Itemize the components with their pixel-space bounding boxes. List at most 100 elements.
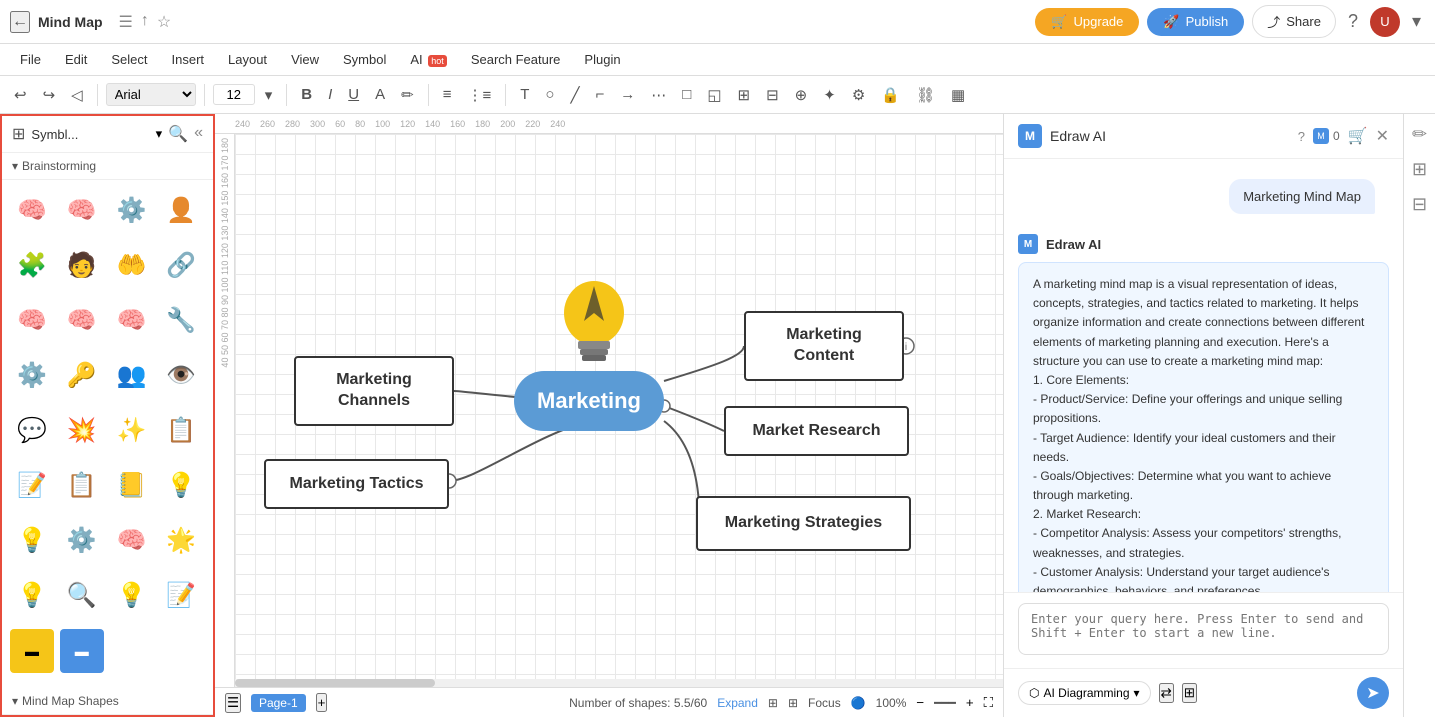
icon-key[interactable]: 🔑 — [60, 353, 104, 397]
lock-button[interactable]: 🔒 — [875, 82, 906, 108]
node-strategies[interactable]: Marketing Strategies — [696, 496, 911, 551]
help-button[interactable]: ? — [1344, 7, 1362, 36]
avatar[interactable]: U — [1370, 7, 1400, 37]
icon-brain-pink2[interactable]: 🧠 — [60, 298, 104, 342]
font-size-dropdown[interactable]: ▾ — [259, 82, 279, 108]
edge-pen-button[interactable]: ✏ — [1412, 124, 1427, 145]
ai-help-icon[interactable]: ? — [1298, 129, 1305, 144]
icon-list[interactable]: 📋 — [159, 408, 203, 452]
focus-label[interactable]: Focus — [808, 696, 841, 710]
star-icon[interactable]: ☆ — [157, 12, 171, 32]
menu-symbol[interactable]: Symbol — [333, 48, 396, 71]
icon-brain-plain[interactable]: 🧠 — [110, 298, 154, 342]
menu-select[interactable]: Select — [101, 48, 157, 71]
node-content[interactable]: MarketingContent — [744, 311, 904, 381]
connector-button[interactable]: ⌐ — [589, 82, 610, 107]
canvas[interactable]: i Marketing — [235, 134, 1003, 687]
icon-note[interactable]: 📝 — [159, 574, 203, 618]
menu-ai[interactable]: AI hot — [400, 48, 456, 71]
layers-icon[interactable]: ⊞ — [768, 696, 778, 710]
page-layout-button[interactable]: ☰ — [225, 693, 241, 713]
publish-button[interactable]: 🚀 Publish — [1147, 8, 1244, 36]
icon-head-teal[interactable]: 🧑 — [60, 243, 104, 287]
scrollbar-horizontal[interactable] — [235, 679, 1003, 687]
crop-icon[interactable]: ⊞ — [788, 696, 798, 710]
chat-option-1[interactable]: ⇄ — [1159, 683, 1174, 703]
panel-collapse-icon[interactable]: « — [194, 124, 203, 144]
icon-shape-rect[interactable]: ▬ — [10, 629, 54, 673]
icon-burst-red[interactable]: 💥 — [60, 408, 104, 452]
chat-option-2[interactable]: ⊞ — [1182, 683, 1197, 703]
mode-select[interactable]: ⬡ AI Diagramming ▾ — [1018, 681, 1151, 705]
brainstorming-section[interactable]: ▾ Brainstorming — [2, 153, 213, 180]
shape4-button[interactable]: ⊟ — [760, 82, 785, 108]
menu-layout[interactable]: Layout — [218, 48, 277, 71]
back-button[interactable]: ← — [10, 11, 30, 33]
style-button[interactable]: ○ — [539, 82, 560, 107]
font-color-button[interactable]: A — [369, 82, 391, 107]
upgrade-button[interactable]: 🛒 Upgrade — [1035, 8, 1139, 36]
arrow-button[interactable]: → — [614, 82, 641, 107]
shape5-button[interactable]: ⊕ — [789, 82, 814, 108]
font-select[interactable]: Arial — [106, 83, 196, 106]
icon-head-network[interactable]: 🔗 — [159, 243, 203, 287]
icon-eye-green[interactable]: 👁️ — [159, 353, 203, 397]
table-button[interactable]: ▦ — [945, 82, 971, 108]
ai-cart-icon[interactable]: 🛒 — [1348, 126, 1368, 146]
zoom-out-button[interactable]: − — [916, 695, 924, 710]
edge-table-button[interactable]: ⊟ — [1412, 194, 1427, 215]
zoom-slider[interactable]: ━━━ — [934, 696, 956, 710]
redo-button[interactable]: ↪ — [37, 82, 62, 108]
menu-insert[interactable]: Insert — [162, 48, 215, 71]
icon-brain-gear[interactable]: 🔧 — [159, 298, 203, 342]
dash-button[interactable]: ⋯ — [645, 82, 672, 108]
underline-button[interactable]: U — [342, 82, 365, 107]
icon-brain-pink[interactable]: 🧠 — [60, 188, 104, 232]
shape7-button[interactable]: ⚙ — [846, 82, 871, 108]
icon-shape-blue[interactable]: ▬ — [60, 629, 104, 673]
share-button[interactable]: ⤴ Share — [1252, 5, 1336, 38]
bold-button[interactable]: B — [295, 82, 318, 107]
node-research[interactable]: Market Research — [724, 406, 909, 456]
icon-star-burst[interactable]: 🌟 — [159, 519, 203, 563]
menu-edit[interactable]: Edit — [55, 48, 97, 71]
node-tactics[interactable]: Marketing Tactics — [264, 459, 449, 509]
icon-bulb-yellow[interactable]: 💡 — [159, 464, 203, 508]
icon-bulb-simple[interactable]: 💡 — [10, 574, 54, 618]
center-node[interactable]: Marketing — [514, 371, 664, 431]
menu-view[interactable]: View — [281, 48, 329, 71]
add-page-button[interactable]: + — [316, 693, 328, 712]
menu-plugin[interactable]: Plugin — [574, 48, 630, 71]
icon-brain-green[interactable]: 🧠 — [10, 188, 54, 232]
align-option-button[interactable]: ⋮≡ — [461, 82, 497, 108]
icon-cog-blue[interactable]: ⚙️ — [60, 519, 104, 563]
icon-bulb-bright[interactable]: 💡 — [10, 519, 54, 563]
font-size-input[interactable] — [213, 84, 255, 105]
bookmark-icon[interactable]: ☰ — [119, 12, 133, 32]
icon-lightbulb-hands[interactable]: 🤲 — [110, 243, 154, 287]
node-channels[interactable]: MarketingChannels — [294, 356, 454, 426]
icon-people[interactable]: 👥 — [110, 353, 154, 397]
shape6-button[interactable]: ✦ — [817, 82, 842, 108]
edge-grid-button[interactable]: ⊞ — [1412, 159, 1427, 180]
share-title-icon[interactable]: ↑ — [141, 12, 149, 32]
icon-notepad[interactable]: 📝 — [10, 464, 54, 508]
shape3-button[interactable]: ⊞ — [732, 82, 757, 108]
zoom-in-button[interactable]: + — [966, 695, 974, 710]
icon-clipboard-pen[interactable]: 📋 — [60, 464, 104, 508]
icon-brain-blue[interactable]: 🧠 — [110, 519, 154, 563]
icon-magnifier[interactable]: 🔍 — [60, 574, 104, 618]
mindmap-shapes-section[interactable]: ▾ Mind Map Shapes — [2, 688, 213, 715]
expand-label[interactable]: Expand — [717, 696, 758, 710]
panel-search-icon[interactable]: 🔍 — [168, 124, 188, 144]
send-button[interactable]: ➤ — [1357, 677, 1389, 709]
menu-file[interactable]: File — [10, 48, 51, 71]
panel-dropdown-icon[interactable]: ▾ — [156, 126, 163, 142]
canvas-area[interactable]: 240 260 280 300 60 80 100 120 140 160 18… — [215, 114, 1003, 717]
account-dropdown[interactable]: ▾ — [1408, 7, 1425, 36]
ai-close-button[interactable]: ✕ — [1376, 126, 1389, 146]
icon-burst-yellow[interactable]: ✨ — [110, 408, 154, 452]
icon-gear-red[interactable]: ⚙️ — [10, 353, 54, 397]
icon-gear-brain[interactable]: ⚙️ — [110, 188, 154, 232]
page-label[interactable]: Page-1 — [251, 694, 306, 712]
